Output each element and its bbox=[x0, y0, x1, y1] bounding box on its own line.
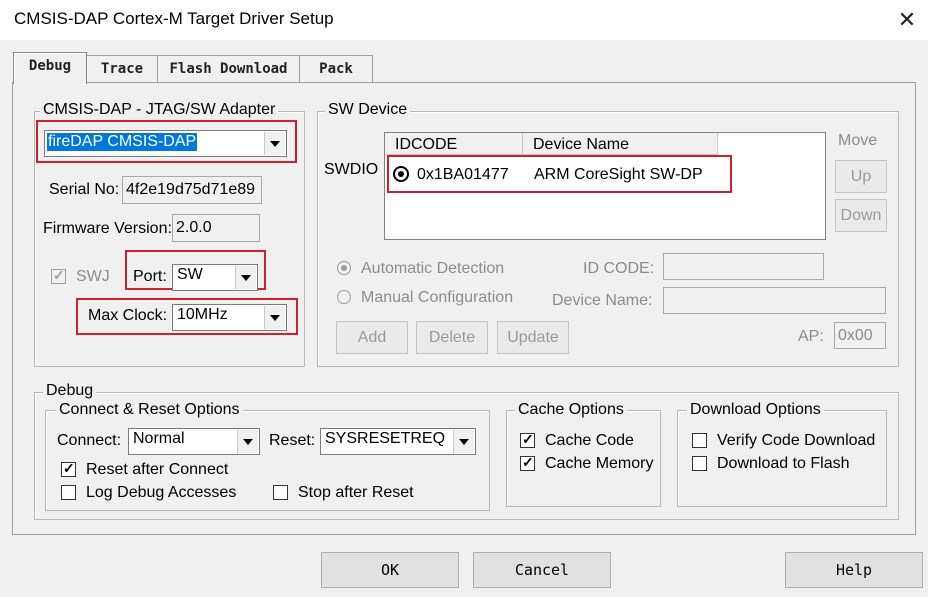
sw-device-group-label: SW Device bbox=[325, 101, 411, 119]
down-button[interactable]: Down bbox=[835, 199, 887, 232]
tab-flash-download[interactable]: Flash Download bbox=[157, 55, 300, 82]
delete-button[interactable]: Delete bbox=[416, 321, 488, 354]
firmware-label: Firmware Version: bbox=[43, 220, 172, 237]
port-select[interactable]: SW bbox=[172, 264, 258, 291]
debug-group-label: Debug bbox=[43, 382, 97, 400]
manual-configuration-radio[interactable] bbox=[337, 290, 351, 304]
window-title: CMSIS-DAP Cortex-M Target Driver Setup bbox=[14, 9, 334, 28]
reset-after-connect-checkbox[interactable] bbox=[61, 460, 76, 477]
automatic-detection-radio[interactable] bbox=[337, 261, 351, 275]
log-debug-accesses-label: Log Debug Accesses bbox=[86, 484, 237, 501]
column-header-device-name[interactable]: Device Name bbox=[523, 133, 718, 155]
tab-pack[interactable]: Pack bbox=[299, 55, 373, 82]
cache-options-label: Cache Options bbox=[515, 401, 627, 419]
move-label: Move bbox=[838, 132, 878, 149]
annotation-box-device-row bbox=[387, 155, 732, 193]
swj-checkbox[interactable] bbox=[51, 267, 66, 284]
download-options-label: Download Options bbox=[687, 401, 824, 419]
verify-code-download-label: Verify Code Download bbox=[717, 432, 876, 449]
ap-label: AP: bbox=[798, 328, 824, 345]
update-button[interactable]: Update bbox=[497, 321, 569, 354]
adapter-group-label: CMSIS-DAP - JTAG/SW Adapter bbox=[40, 101, 279, 119]
annotation-box-adapter bbox=[36, 120, 297, 163]
connect-select-value: Normal bbox=[133, 430, 185, 447]
connect-reset-label: Connect & Reset Options bbox=[56, 401, 243, 419]
stop-after-reset-checkbox[interactable] bbox=[273, 485, 288, 500]
column-header-idcode[interactable]: IDCODE bbox=[385, 133, 523, 155]
chevron-down-icon[interactable] bbox=[453, 430, 474, 453]
serial-label: Serial No: bbox=[49, 181, 120, 198]
swj-label: SWJ bbox=[76, 268, 110, 285]
reset-after-connect-label: Reset after Connect bbox=[86, 461, 229, 478]
close-icon[interactable]: ✕ bbox=[892, 6, 922, 34]
column-header-idcode-label: IDCODE bbox=[395, 136, 458, 153]
reset-select[interactable]: SYSRESETREQ bbox=[320, 428, 476, 455]
chevron-down-icon[interactable] bbox=[235, 266, 256, 289]
id-code-label: ID CODE: bbox=[583, 260, 655, 277]
maxclock-select-value: 10MHz bbox=[177, 306, 228, 323]
connect-label: Connect: bbox=[57, 432, 122, 449]
cache-code-checkbox[interactable] bbox=[520, 431, 535, 448]
ap-field[interactable]: 0x00 bbox=[834, 322, 886, 349]
help-button[interactable]: Help bbox=[785, 552, 923, 588]
ok-button[interactable]: OK bbox=[321, 552, 459, 588]
cache-memory-checkbox[interactable] bbox=[520, 454, 535, 471]
device-name-field[interactable] bbox=[663, 287, 886, 314]
firmware-field: 2.0.0 bbox=[172, 214, 260, 242]
id-code-field[interactable] bbox=[663, 253, 824, 280]
cache-code-label: Cache Code bbox=[545, 432, 634, 449]
port-select-value: SW bbox=[177, 266, 203, 283]
cache-memory-label: Cache Memory bbox=[545, 455, 654, 472]
chevron-down-icon[interactable] bbox=[264, 306, 285, 329]
download-to-flash-checkbox[interactable] bbox=[692, 456, 707, 471]
tab-trace[interactable]: Trace bbox=[86, 55, 158, 82]
verify-code-download-checkbox[interactable] bbox=[692, 433, 707, 448]
device-name-label: Device Name: bbox=[552, 292, 653, 309]
up-button[interactable]: Up bbox=[835, 160, 887, 193]
reset-select-value: SYSRESETREQ bbox=[325, 430, 446, 447]
automatic-detection-label: Automatic Detection bbox=[361, 260, 505, 277]
reset-label: Reset: bbox=[269, 432, 316, 449]
serial-field: 4f2e19d75d71e89 bbox=[122, 176, 262, 204]
log-debug-accesses-checkbox[interactable] bbox=[61, 485, 76, 500]
tab-debug[interactable]: Debug bbox=[13, 52, 87, 84]
maxclock-label: Max Clock: bbox=[88, 307, 168, 324]
manual-configuration-label: Manual Configuration bbox=[361, 289, 514, 306]
chevron-down-icon[interactable] bbox=[237, 430, 258, 453]
port-label: Port: bbox=[133, 268, 167, 285]
download-to-flash-label: Download to Flash bbox=[717, 455, 850, 472]
add-button[interactable]: Add bbox=[336, 321, 408, 354]
stop-after-reset-label: Stop after Reset bbox=[298, 484, 414, 501]
swdio-label: SWDIO bbox=[324, 161, 379, 178]
cancel-button[interactable]: Cancel bbox=[473, 552, 611, 588]
column-header-device-name-label: Device Name bbox=[533, 136, 630, 153]
maxclock-select[interactable]: 10MHz bbox=[172, 304, 287, 331]
connect-select[interactable]: Normal bbox=[128, 428, 260, 455]
